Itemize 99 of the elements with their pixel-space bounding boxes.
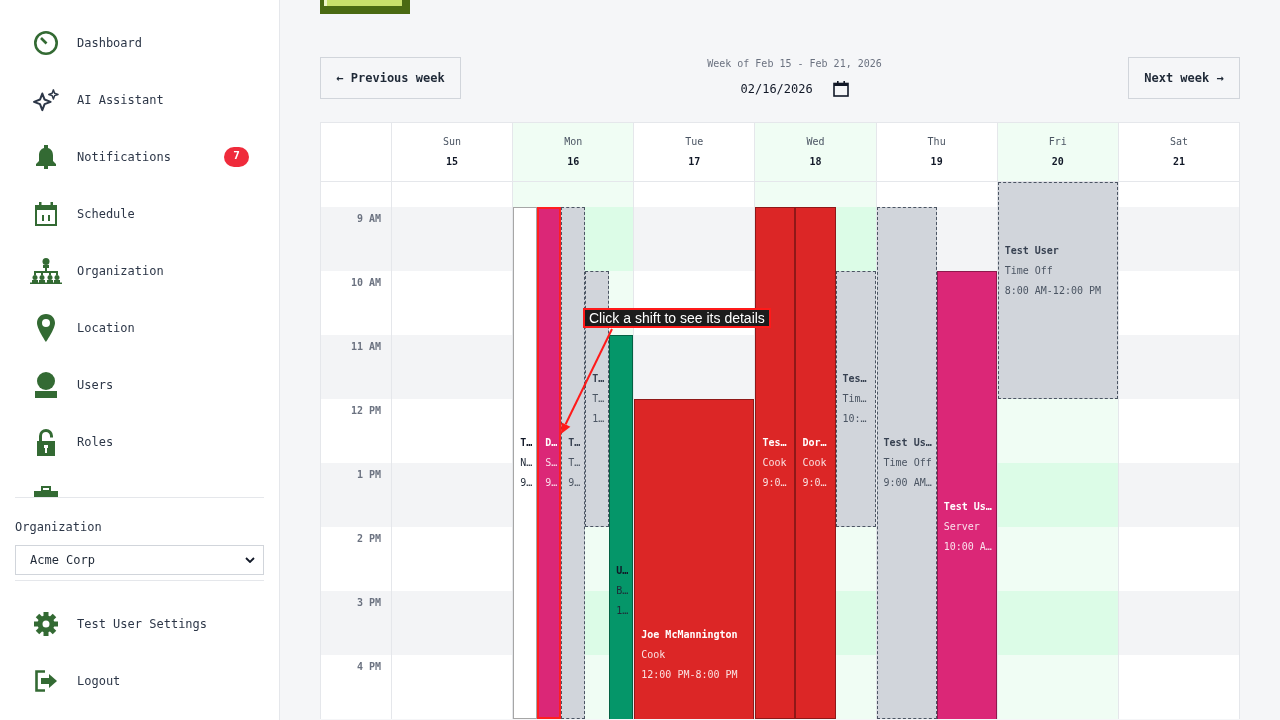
time-label: 3 PM	[356, 597, 381, 609]
nav-link[interactable]: AI Assistant	[30, 87, 164, 112]
shift-role: Cook	[762, 456, 788, 470]
shift-name: D…	[545, 436, 559, 450]
day-name: Wed	[806, 135, 825, 149]
previous-week-button[interactable]: ← Previous week	[320, 57, 461, 99]
shift-time: 9:00 AM…	[883, 476, 933, 490]
shift-name: Joe McMannington	[641, 628, 739, 642]
nav-link[interactable]: Location	[30, 313, 135, 342]
organization-select[interactable]: Acme Corp	[15, 545, 264, 575]
time-off-block[interactable]: Tes… Tim… 10:…	[835, 271, 876, 527]
org-chart-icon	[30, 257, 62, 284]
gauge-icon	[34, 30, 58, 55]
shift-time: 10:…	[842, 412, 868, 426]
shift-name: T…	[520, 436, 534, 450]
nav-link[interactable]: Schedule	[30, 201, 135, 226]
day-name: Sat	[1169, 135, 1188, 149]
shift-time: 12:00 PM-8:00 PM	[641, 668, 739, 682]
shift-name: T…	[592, 372, 606, 386]
day-name: Sun	[443, 135, 462, 149]
sparkle-icon	[32, 87, 60, 112]
shift-time: 9…	[568, 476, 582, 490]
calendar-icon[interactable]	[832, 81, 849, 97]
shift-role: Time Off	[883, 456, 933, 470]
nav-link[interactable]: Test User Settings	[30, 611, 208, 636]
time-off-block[interactable]: T… T… 9…	[561, 207, 586, 719]
shift-name: T…	[568, 436, 582, 450]
shift-role: T…	[568, 456, 582, 470]
case-icon	[34, 486, 58, 497]
shift-name: Test Us…	[943, 500, 993, 514]
date-input[interactable]: 02/16/2026	[740, 79, 817, 99]
time-off-block[interactable]: Test User Time Off 8:00 AM-12:00 PM	[997, 182, 1118, 399]
shift-role: T…	[592, 392, 606, 406]
logo-icon	[320, 0, 410, 14]
chevron-down-icon	[245, 557, 255, 563]
nav-link[interactable]: Logout	[30, 668, 121, 693]
shift-role: S…	[545, 456, 559, 470]
shift-role: Cook	[641, 648, 667, 662]
shift-name: Test Us…	[883, 436, 933, 450]
nav-link[interactable]: Users	[30, 371, 114, 398]
day-date: 17	[688, 155, 701, 169]
shift-role: N…	[520, 456, 534, 470]
bell-icon	[34, 144, 58, 169]
shift-time: 9…	[520, 476, 534, 490]
shift-time: 1…	[592, 412, 606, 426]
shift-role: Server	[943, 520, 981, 534]
next-week-button[interactable]: Next week →	[1128, 57, 1240, 99]
nav-link[interactable]: Roles	[30, 427, 114, 456]
day-name: Mon	[564, 135, 583, 149]
shift-name: Dor…	[802, 436, 828, 450]
shift-time: 9:0…	[762, 476, 788, 490]
day-date: 16	[567, 155, 580, 169]
day-date: 15	[446, 155, 459, 169]
shift-name: Test User	[1004, 244, 1060, 258]
time-label: 12 PM	[350, 405, 381, 417]
shift-block[interactable]: Dor… Cook 9:0…	[795, 207, 836, 719]
day-name: Thu	[927, 135, 946, 149]
shift-block[interactable]: U… B… 1…	[609, 335, 634, 719]
time-label: 2 PM	[356, 533, 381, 545]
week-range-text: Week of Feb 15 - Feb 21, 2026	[707, 57, 882, 71]
day-name: Fri	[1048, 135, 1067, 149]
map-pin-icon	[36, 313, 56, 342]
day-date: 18	[809, 155, 822, 169]
day-name: Tue	[685, 135, 704, 149]
logout-icon	[34, 668, 58, 693]
shift-block[interactable]: Test Us… Server 10:00 A…	[936, 271, 997, 719]
padlock-icon	[36, 427, 56, 456]
time-label: 1 PM	[356, 469, 381, 481]
day-date: 19	[930, 155, 943, 169]
time-label: 11 AM	[350, 341, 381, 353]
shift-role: Cook	[802, 456, 828, 470]
nav-link[interactable]: Dashboard	[30, 30, 143, 55]
shift-block[interactable]: D… S… 9…	[537, 207, 562, 719]
shift-name: Tes…	[762, 436, 788, 450]
shift-name: Tes…	[842, 372, 868, 386]
nav-link[interactable]: Organization	[30, 257, 164, 284]
shift-time: 10:00 A…	[943, 540, 993, 554]
organization-label: Organization	[15, 520, 103, 535]
settings-icon	[34, 611, 58, 636]
time-label: 9 AM	[356, 213, 381, 225]
shift-role: Tim…	[842, 392, 868, 406]
shift-time: 8:00 AM-12:00 PM	[1004, 284, 1103, 298]
shift-block[interactable]: T… N… 9…	[513, 207, 538, 719]
day-date: 21	[1172, 155, 1185, 169]
shift-time: 9…	[545, 476, 559, 490]
calendar-icon	[34, 201, 58, 226]
time-label: 10 AM	[350, 277, 381, 289]
user-icon	[34, 371, 58, 398]
shift-role: B…	[616, 584, 630, 598]
shift-name: U…	[616, 564, 630, 578]
nav-link[interactable]: Notifications	[30, 144, 171, 169]
shift-time: 9:0…	[802, 476, 828, 490]
shift-role: Time Off	[1004, 264, 1054, 278]
day-date: 20	[1051, 155, 1064, 169]
time-label: 4 PM	[356, 661, 381, 673]
shift-block[interactable]: Joe McMannington Cook 12:00 PM-8:00 PM	[634, 399, 755, 719]
time-off-block[interactable]: Test Us… Time Off 9:00 AM…	[876, 207, 937, 719]
shift-time: 1…	[616, 604, 630, 618]
notification-badge: 7	[224, 146, 249, 167]
